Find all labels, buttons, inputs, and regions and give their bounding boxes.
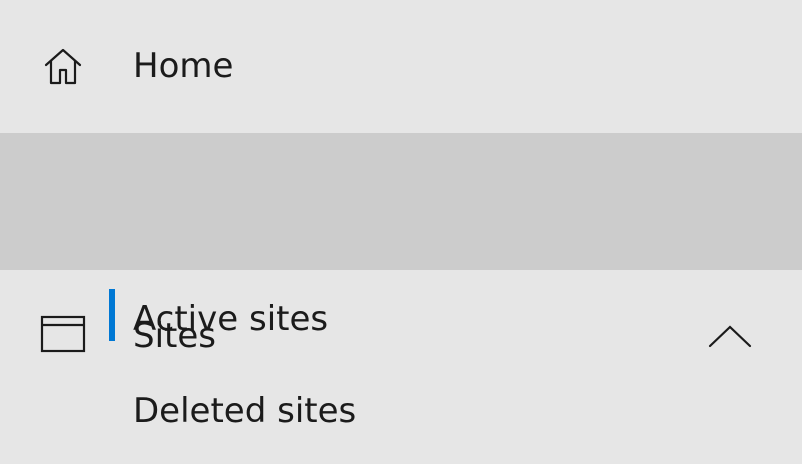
nav-item-home[interactable]: Home bbox=[0, 0, 802, 133]
nav-subitem-deleted-sites[interactable] bbox=[0, 370, 802, 454]
nav-subitem-active-sites-label: Active sites bbox=[133, 299, 329, 339]
navigation-pane: Home Sites Active sites Deleted sites bbox=[0, 0, 802, 464]
nav-item-home-label: Home bbox=[133, 46, 234, 86]
nav-subitem-active-sites[interactable] bbox=[0, 280, 802, 360]
home-icon bbox=[44, 48, 82, 85]
nav-subitem-deleted-sites-label: Deleted sites bbox=[133, 391, 357, 431]
selected-indicator bbox=[109, 289, 115, 341]
nav-item-sites[interactable]: Sites bbox=[0, 133, 802, 353]
